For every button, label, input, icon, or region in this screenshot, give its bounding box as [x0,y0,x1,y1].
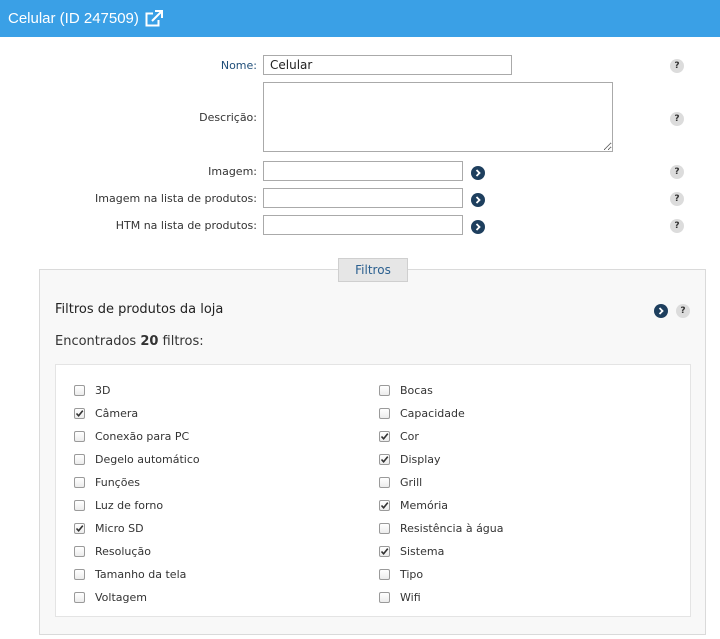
found-suffix: filtros: [158,334,204,349]
filter-item[interactable]: Voltagem [74,589,147,605]
filter-checkbox[interactable] [379,568,390,580]
filter-item[interactable]: Câmera [74,405,138,421]
filter-item[interactable]: Bocas [379,382,433,398]
filter-item[interactable]: Luz de forno [74,497,163,513]
filter-checkbox[interactable] [74,476,85,488]
filter-label: Capacidade [400,406,465,420]
found-prefix: Encontrados [55,334,141,349]
chevron-right-icon [475,169,481,177]
help-icon-imagem[interactable]: ? [670,165,684,179]
filter-label: Tipo [400,567,424,581]
filter-checkbox[interactable] [379,522,390,534]
filter-label: Luz de forno [95,498,164,512]
filter-item[interactable]: Capacidade [379,405,465,421]
help-icon-nome[interactable]: ? [670,59,684,73]
filter-item[interactable]: Conexão para PC [74,428,189,444]
filter-label: Degelo automático [95,452,200,466]
filter-label: Bocas [400,383,433,397]
filtros-legend: Filtros [338,258,408,282]
imagem-input[interactable] [263,161,463,181]
filter-checkbox[interactable] [379,591,390,603]
filter-label: Resistência à água [400,521,504,535]
filter-item[interactable]: Wifi [379,589,421,605]
htm-lista-label: HTM na lista de produtos: [115,219,257,232]
page-header: Celular (ID 247509) [0,0,720,37]
filtros-list: 3D Câmera Conexão para PC Degelo automático… [55,364,691,617]
filter-label: Micro SD [95,521,144,535]
chevron-right-icon [475,196,481,204]
filter-checkbox[interactable] [379,499,390,511]
filter-checkbox[interactable] [74,545,85,557]
filtros-go-button[interactable] [654,304,668,318]
filter-label: Resolução [95,544,151,558]
descricao-textarea[interactable] [263,82,613,152]
filter-label: Câmera [95,406,139,420]
filter-item[interactable]: Micro SD [74,520,144,536]
filter-item[interactable]: Resistência à água [379,520,504,536]
nome-input[interactable] [263,55,512,75]
filter-label: Wifi [400,590,421,604]
filter-checkbox[interactable] [74,568,85,580]
help-icon-filtros[interactable]: ? [676,304,690,318]
filter-checkbox[interactable] [379,476,390,488]
help-icon-descricao[interactable]: ? [670,112,684,126]
filter-label: Sistema [400,544,445,558]
filter-checkbox[interactable] [74,522,85,534]
filter-label: Funções [95,475,140,489]
filter-label: Grill [400,475,423,489]
nome-label: Nome: [220,59,257,72]
filter-label: Cor [400,429,419,443]
filter-label: 3D [95,383,111,397]
filter-item[interactable]: Tipo [379,566,423,582]
imagem-go-button[interactable] [471,166,485,180]
filter-item[interactable]: Cor [379,428,419,444]
filter-item[interactable]: Sistema [379,543,444,559]
chevron-right-icon [658,307,664,315]
filter-item[interactable]: Funções [74,474,140,490]
filter-checkbox[interactable] [74,430,85,442]
imagem-lista-go-button[interactable] [471,193,485,207]
filter-checkbox[interactable] [379,430,390,442]
help-icon-htm-lista[interactable]: ? [670,219,684,233]
filter-item[interactable]: 3D [74,382,110,398]
filter-checkbox[interactable] [74,499,85,511]
filter-item[interactable]: Degelo automático [74,451,200,467]
filter-item[interactable]: Resolução [74,543,151,559]
imagem-lista-input[interactable] [263,188,463,208]
filter-checkbox[interactable] [74,384,85,396]
chevron-right-icon [475,223,481,231]
filtros-section-title: Filtros de produtos da loja [55,302,224,317]
filtros-found-count: Encontrados 20 filtros: [55,334,204,349]
filter-checkbox[interactable] [74,407,85,419]
htm-lista-input[interactable] [263,215,463,235]
filter-label: Conexão para PC [95,429,190,443]
page-title: Celular (ID 247509) [8,10,139,27]
imagem-label: Imagem: [208,165,257,178]
filter-label: Tamanho da tela [95,567,187,581]
filter-label: Display [400,452,441,466]
filter-item[interactable]: Display [379,451,441,467]
htm-lista-go-button[interactable] [471,220,485,234]
filter-checkbox[interactable] [379,384,390,396]
imagem-lista-label: Imagem na lista de produtos: [95,192,257,205]
help-icon-imagem-lista[interactable]: ? [670,192,684,206]
filter-item[interactable]: Memória [379,497,448,513]
external-link-icon[interactable] [145,9,163,28]
filter-checkbox[interactable] [74,453,85,465]
filter-item[interactable]: Grill [379,474,422,490]
filter-checkbox[interactable] [74,591,85,603]
filter-label: Memória [400,498,449,512]
filter-item[interactable]: Tamanho da tela [74,566,186,582]
filter-label: Voltagem [95,590,147,604]
found-count: 20 [140,334,159,349]
filter-checkbox[interactable] [379,407,390,419]
filter-checkbox[interactable] [379,545,390,557]
descricao-label: Descrição: [199,111,257,124]
filter-checkbox[interactable] [379,453,390,465]
